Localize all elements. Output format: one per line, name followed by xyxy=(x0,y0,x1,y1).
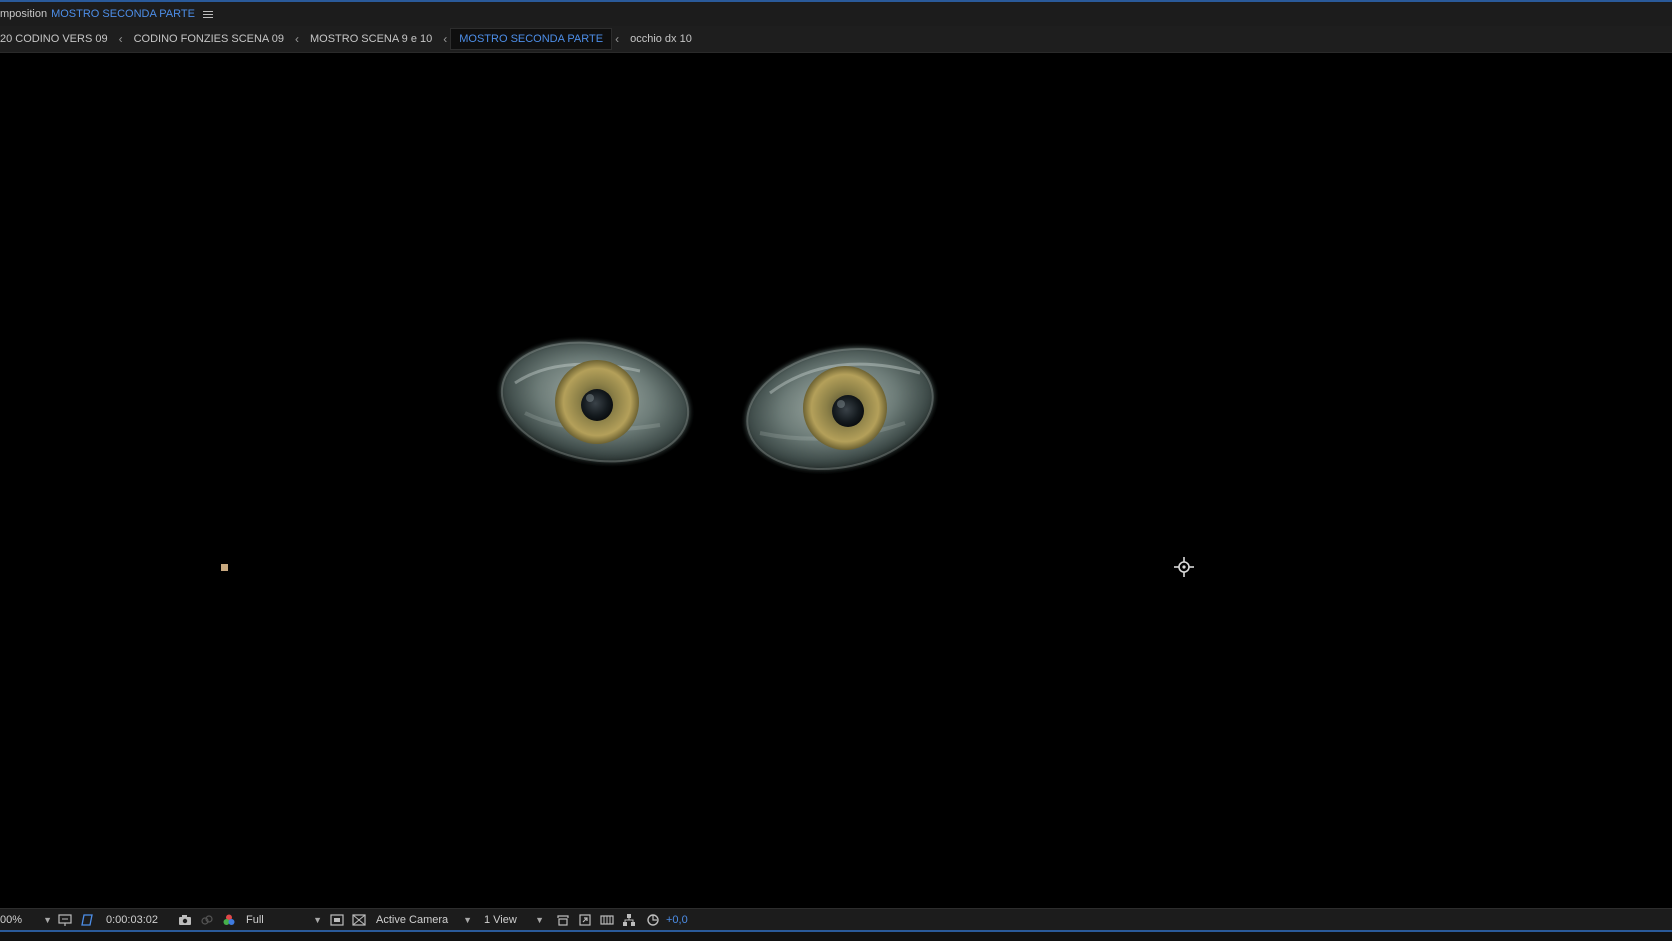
reset-exposure-icon[interactable] xyxy=(646,913,660,927)
exposure-value[interactable]: +0,0 xyxy=(666,909,688,931)
right-eye xyxy=(745,347,935,471)
flowchart-icon[interactable] xyxy=(622,913,636,927)
breadcrumb-item-codino-fonzies[interactable]: CODINO FONZIES SCENA 09 xyxy=(126,29,292,49)
toggle-grid-icon[interactable] xyxy=(352,913,366,927)
current-time: 0:00:03:02 xyxy=(106,914,158,926)
chevron-left-icon[interactable]: ‹ xyxy=(440,32,450,46)
composition-panel: mposition MOSTRO SECONDA PARTE 20 CODINO… xyxy=(0,0,1672,941)
composition-breadcrumb: 20 CODINO VERS 09 ‹ CODINO FONZIES SCENA… xyxy=(0,26,1672,53)
chevron-down-icon: ▼ xyxy=(535,915,544,925)
3d-target-icon[interactable] xyxy=(1173,556,1195,578)
zoom-value: 00% xyxy=(0,914,23,926)
camera-view-dropdown[interactable]: Active Camera ▼ xyxy=(376,909,472,931)
chevron-left-icon[interactable]: ‹ xyxy=(116,32,126,46)
view-layout-dropdown[interactable]: 1 View ▼ xyxy=(484,909,544,931)
exposure-text: +0,0 xyxy=(666,914,688,926)
composition-viewer[interactable] xyxy=(0,53,1672,908)
breadcrumb-item-mostro-seconda-parte[interactable]: MOSTRO SECONDA PARTE xyxy=(450,28,613,50)
viewer-toolbar: 00% ▼ 0:00:03:02 Full ▼ Active Camera ▼ … xyxy=(0,908,1672,931)
panel-title-prefix: mposition xyxy=(0,8,48,20)
timeline-icon[interactable] xyxy=(600,913,614,927)
chevron-down-icon: ▼ xyxy=(463,915,472,925)
hamburger-menu-icon[interactable] xyxy=(202,10,213,19)
channels-color-icon[interactable] xyxy=(222,913,236,927)
resolution-dropdown[interactable]: Full ▼ xyxy=(246,909,322,931)
breadcrumb-item-codino-vers[interactable]: 20 CODINO VERS 09 xyxy=(0,29,116,49)
region-of-interest-icon[interactable] xyxy=(58,913,72,927)
transparency-grid-icon[interactable] xyxy=(80,913,94,927)
view-layout-value: 1 View xyxy=(484,914,517,926)
chevron-down-icon: ▼ xyxy=(313,915,322,925)
chevron-left-icon[interactable]: ‹ xyxy=(292,32,302,46)
show-snapshot-icon[interactable] xyxy=(200,913,214,927)
breadcrumb-item-mostro-scena[interactable]: MOSTRO SCENA 9 e 10 xyxy=(302,29,440,49)
camera-value: Active Camera xyxy=(376,914,449,926)
timecode-display[interactable]: 0:00:03:02 xyxy=(106,909,170,931)
zoom-dropdown[interactable]: 00% ▼ xyxy=(0,909,52,931)
pixel-aspect-icon[interactable] xyxy=(578,913,592,927)
layer-anchor-point[interactable] xyxy=(221,564,228,571)
breadcrumb-item-occhio-dx[interactable]: occhio dx 10 xyxy=(622,29,700,49)
fast-previews-icon[interactable] xyxy=(330,913,344,927)
left-eye xyxy=(499,340,691,464)
panel-bottom-edge xyxy=(0,932,1672,941)
chevron-down-icon: ▼ xyxy=(43,915,52,925)
resolution-value: Full xyxy=(246,914,264,926)
camera-snapshot-icon[interactable] xyxy=(178,913,192,927)
chevron-left-icon[interactable]: ‹ xyxy=(612,32,622,46)
panel-composition-name: MOSTRO SECONDA PARTE xyxy=(51,8,195,20)
eyes-render xyxy=(499,340,935,471)
panel-title-bar[interactable]: mposition MOSTRO SECONDA PARTE xyxy=(0,2,1672,26)
draft-3d-icon[interactable] xyxy=(556,913,570,927)
